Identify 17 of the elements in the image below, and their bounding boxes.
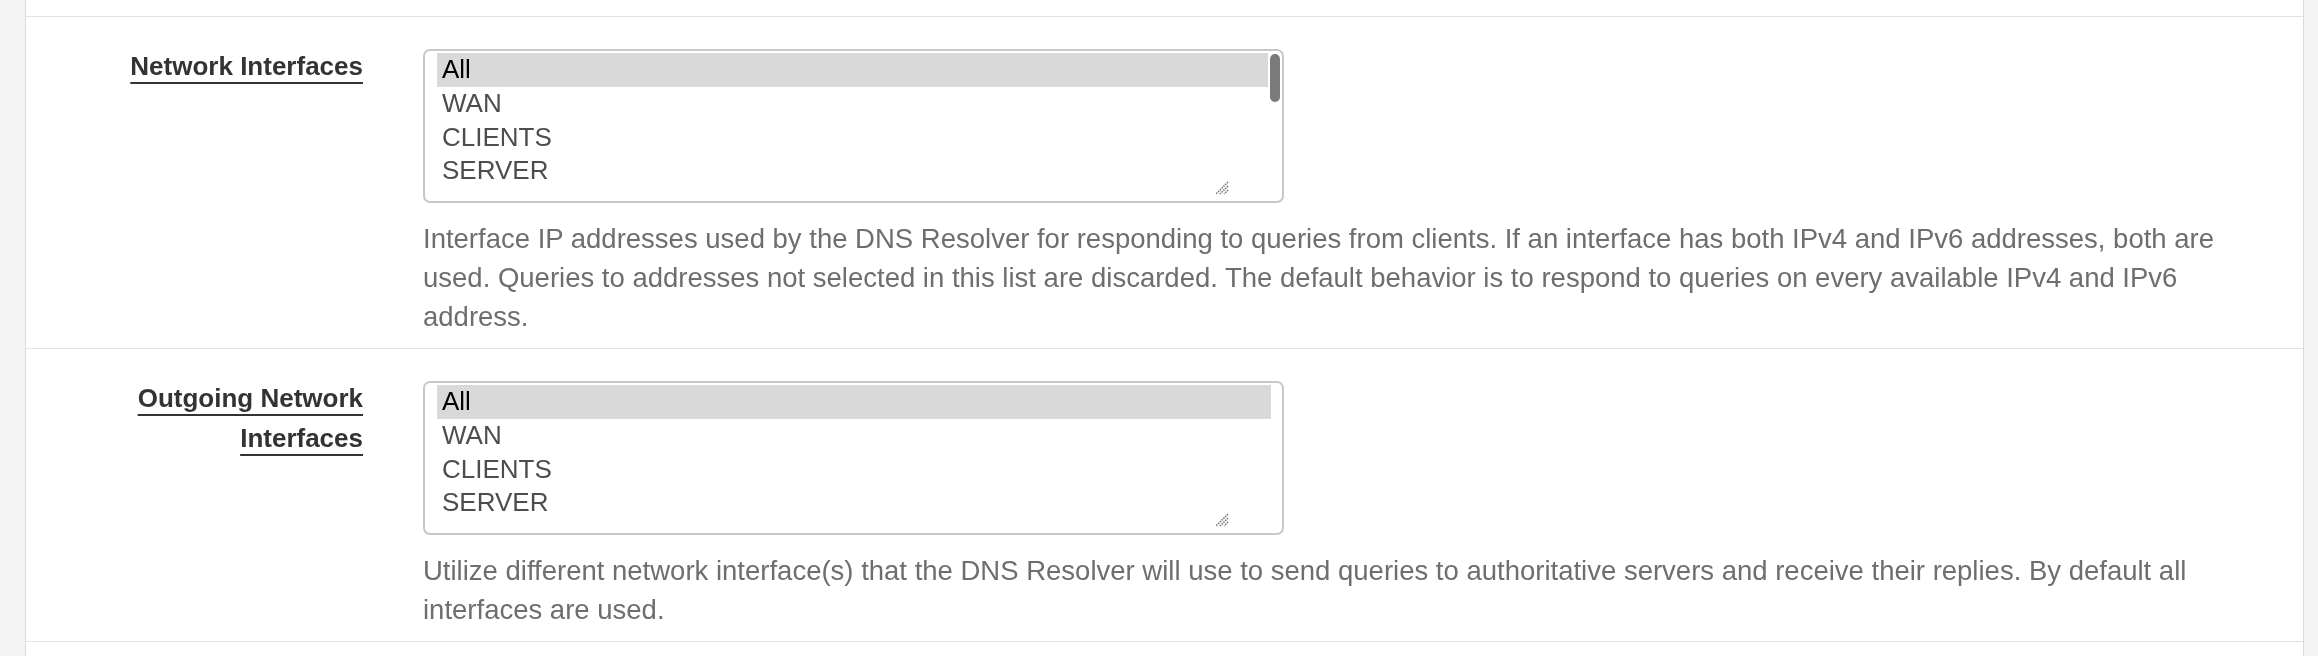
listbox-option[interactable]: CLIENTS [437, 452, 1271, 487]
resize-grip-icon[interactable] [1215, 181, 1229, 195]
listbox-option[interactable]: SERVER [437, 486, 1271, 521]
help-text: Utilize different network interface(s) that the DNS Resolver will use to send queries to authoritative servers and receive their replies. By default all interfaces are used. [423, 554, 2188, 627]
listbox-option[interactable]: SERVER [437, 154, 1268, 189]
help-text: Interface IP addresses used by the DNS Resolver for responding to queries from clients. If an interface has both IPv4 and IPv6 addresses, both are used. Queries to addresses not selected in this list are discarded. The default behavior is to respond to queries on every available IPv4 and IPv6 address. [423, 222, 2216, 334]
field-label: Outgoing Network Interfaces [136, 382, 363, 455]
listbox-option[interactable]: All [437, 385, 1271, 419]
resize-grip-icon[interactable] [1215, 513, 1229, 527]
field-label: Network Interfaces [130, 50, 363, 83]
listbox-option[interactable]: CLIENTS [437, 120, 1268, 155]
listbox-option[interactable]: WAN [437, 418, 1271, 453]
listbox-option[interactable]: All [437, 53, 1268, 87]
listbox[interactable]: All WAN CLIENTS SERVER [423, 49, 1284, 203]
listbox[interactable]: All WAN CLIENTS SERVER [423, 381, 1284, 535]
listbox-option[interactable]: WAN [437, 86, 1268, 121]
scrollbar-thumb[interactable] [1270, 54, 1280, 102]
